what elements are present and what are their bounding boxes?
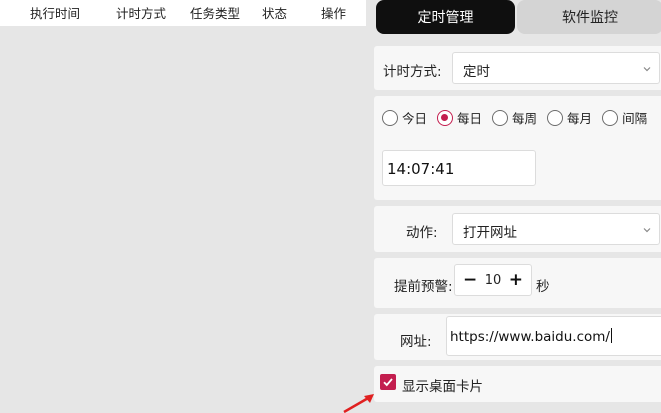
time-input[interactable]: 14:07:41: [382, 150, 536, 186]
action-select[interactable]: 打开网址: [452, 213, 660, 245]
radio-checked-icon: [437, 109, 454, 126]
radio-daily-label: 每日: [457, 111, 483, 126]
column-header-exec-time: 执行时间: [30, 6, 81, 21]
check-icon: [383, 378, 393, 387]
red-arrow-annotation: [343, 394, 374, 413]
radio-weekly-label: 每周: [512, 111, 538, 126]
advance-warning-stepper: − 10 +: [454, 264, 532, 296]
radio-weekly[interactable]: 每周: [492, 108, 537, 127]
action-value: 打开网址: [463, 225, 517, 241]
url-input[interactable]: https://www.baidu.com/: [446, 316, 661, 356]
radio-today[interactable]: 今日: [382, 108, 427, 127]
increment-button[interactable]: +: [509, 271, 523, 289]
radio-circle-icon: [492, 109, 509, 126]
frequency-card: 今日 每日 每周 每月 间隔 14:07:41: [374, 96, 661, 200]
radio-monthly[interactable]: 每月: [547, 108, 592, 127]
frequency-radio-group: 今日 每日 每周 每月 间隔: [382, 108, 657, 127]
task-table-panel: 执行时间 计时方式 任务类型 状态 操作: [0, 0, 366, 413]
column-header-actions: 操作: [321, 6, 347, 21]
timing-mode-value: 定时: [463, 64, 490, 80]
radio-circle-icon: [602, 109, 619, 126]
column-header-timing-mode: 计时方式: [116, 6, 167, 21]
timing-mode-label: 计时方式:: [383, 64, 442, 80]
table-header: 执行时间 计时方式 任务类型 状态 操作: [0, 0, 366, 26]
url-value: https://www.baidu.com/: [450, 328, 612, 345]
decrement-button[interactable]: −: [463, 271, 477, 289]
chevron-down-icon: [643, 228, 651, 233]
radio-today-label: 今日: [402, 111, 428, 126]
advance-warning-card: 提前预警: − 10 + 秒: [374, 258, 661, 308]
radio-monthly-label: 每月: [567, 111, 593, 126]
timing-mode-select[interactable]: 定时: [452, 52, 660, 84]
config-panel: 定时管理 软件监控 计时方式: 定时 今日 每日 每周 每月 间隔 14:07:…: [366, 0, 661, 413]
radio-interval[interactable]: 间隔: [602, 108, 647, 127]
url-label: 网址:: [400, 334, 432, 350]
radio-daily[interactable]: 每日: [437, 108, 482, 127]
radio-interval-label: 间隔: [622, 111, 648, 126]
desktop-card-option: 显示桌面卡片: [374, 366, 661, 402]
time-value: 14:07:41: [387, 160, 455, 178]
show-desktop-card-checkbox[interactable]: [380, 374, 396, 390]
action-label: 动作:: [406, 225, 438, 241]
column-header-task-type: 任务类型: [190, 6, 241, 21]
url-card: 网址: https://www.baidu.com/: [374, 314, 661, 360]
advance-warning-unit: 秒: [536, 279, 550, 295]
timing-mode-card: 计时方式: 定时: [374, 46, 661, 90]
advance-warning-value: 10: [484, 272, 502, 288]
radio-circle-icon: [547, 109, 564, 126]
column-header-status: 状态: [262, 6, 288, 21]
tab-software-monitor[interactable]: 软件监控: [517, 0, 661, 34]
radio-circle-icon: [382, 109, 398, 126]
chevron-down-icon: [643, 67, 651, 72]
action-card: 动作: 打开网址: [374, 206, 661, 252]
text-caret: [610, 328, 612, 343]
tab-schedule-management[interactable]: 定时管理: [376, 0, 515, 34]
advance-warning-label: 提前预警:: [394, 279, 453, 295]
show-desktop-card-label: 显示桌面卡片: [402, 379, 483, 395]
